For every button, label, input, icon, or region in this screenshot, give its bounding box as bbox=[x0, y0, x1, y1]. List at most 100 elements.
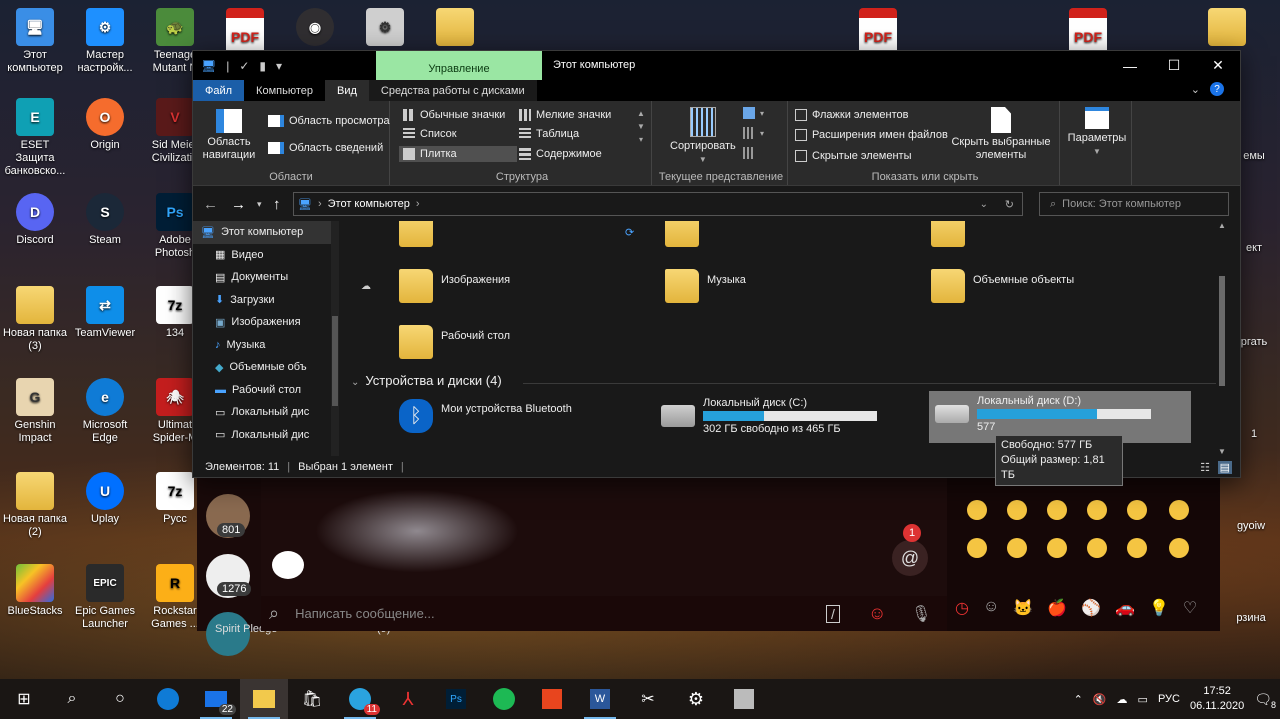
section-header-devices[interactable]: ⌄ Устройства и диски (4) bbox=[351, 373, 502, 388]
forward-arrow-icon[interactable]: → bbox=[231, 196, 246, 213]
emoji-button-icon[interactable]: ☺ bbox=[868, 603, 886, 624]
preview-pane-button[interactable]: Область просмотра bbox=[268, 115, 390, 127]
taskbar-explorer[interactable] bbox=[240, 679, 288, 719]
properties-icon[interactable]: ✓ bbox=[239, 59, 249, 73]
layout-list[interactable]: Список bbox=[403, 128, 457, 140]
search-button[interactable]: ⌕ bbox=[48, 679, 96, 719]
cat-icon[interactable]: 🐱 bbox=[1013, 598, 1033, 618]
layout-details[interactable]: Таблица bbox=[519, 128, 579, 140]
nav-pane-scrollbar[interactable] bbox=[331, 221, 339, 456]
message-input[interactable]: Написать сообщение... bbox=[295, 606, 435, 621]
folder-tile-video[interactable] bbox=[399, 221, 433, 247]
desktop-icon-obs[interactable]: ◉ bbox=[280, 8, 350, 49]
taskbar-word[interactable]: W bbox=[576, 679, 624, 719]
food-icon[interactable]: 🍎 bbox=[1047, 598, 1067, 618]
desktop-right-label-5[interactable]: gyoiw bbox=[1222, 520, 1280, 533]
folder-tile-3d-objects[interactable]: Объемные объекты bbox=[931, 269, 1074, 303]
folder-tile-music[interactable]: Музыка bbox=[665, 269, 746, 303]
taskbar-snipping[interactable]: ✂ bbox=[624, 679, 672, 719]
desktop-icon-steam[interactable]: S Steam bbox=[70, 193, 140, 247]
taskbar-spotify[interactable] bbox=[480, 679, 528, 719]
network-icon[interactable]: ▭ bbox=[1138, 693, 1148, 706]
nav-item-this-pc[interactable]: 🖥 Этот компьютер bbox=[193, 221, 339, 244]
nav-item-3d-objects[interactable]: ◆ Объемные объ bbox=[193, 356, 339, 379]
nav-item-drive-d[interactable]: ▭ Локальный дис bbox=[193, 424, 339, 447]
new-folder-icon[interactable]: ▮ bbox=[259, 59, 266, 73]
folder-tile-downloads[interactable] bbox=[931, 221, 965, 247]
task-view-button[interactable]: ○ bbox=[96, 679, 144, 719]
volume-muted-icon[interactable]: 🔇 bbox=[1093, 693, 1107, 706]
mention-button[interactable]: @ bbox=[892, 540, 928, 576]
tab-view[interactable]: Вид bbox=[324, 80, 369, 101]
taskbar-telegram[interactable]: 11 bbox=[336, 679, 384, 719]
language-indicator[interactable]: РУС bbox=[1158, 693, 1180, 705]
heart-icon[interactable]: ♡ bbox=[1183, 598, 1197, 618]
layout-content[interactable]: Содержимое bbox=[519, 148, 602, 160]
taskbar-settings[interactable]: ⚙ bbox=[672, 679, 720, 719]
command-icon[interactable]: / bbox=[826, 604, 840, 623]
desktop-icon-teamviewer[interactable]: ⇄ TeamViewer bbox=[70, 286, 140, 340]
search-box[interactable]: ⌕ Поиск: Этот компьютер bbox=[1039, 192, 1229, 216]
emoji-item[interactable] bbox=[967, 500, 987, 520]
recent-icon[interactable]: ◷ bbox=[955, 598, 969, 618]
manage-context-tab-header[interactable]: Управление bbox=[376, 51, 542, 80]
tab-file[interactable]: Файл bbox=[193, 80, 245, 101]
emoji-item[interactable] bbox=[1127, 500, 1147, 520]
group-by-button[interactable]: ▾ bbox=[743, 107, 764, 119]
minimize-button[interactable]: — bbox=[1108, 51, 1152, 80]
desktop-icon-eset[interactable]: E ESET Защита банковско... bbox=[0, 98, 70, 178]
desktop-icon-genshin[interactable]: G Genshin Impact bbox=[0, 378, 70, 445]
desktop-icon-installer[interactable]: ⚙ bbox=[350, 8, 420, 49]
tab-drive-tools[interactable]: Средства работы с дисками bbox=[368, 80, 537, 101]
checkbox[interactable] bbox=[795, 150, 807, 162]
desktop-icon-origin[interactable]: O Origin bbox=[70, 98, 140, 152]
nav-item-desktop[interactable]: ▬ Рабочий стол bbox=[193, 379, 339, 402]
scroll-thumb[interactable] bbox=[1219, 276, 1225, 386]
nav-item-music[interactable]: ♪ Музыка bbox=[193, 334, 339, 357]
maximize-button[interactable]: ☐ bbox=[1152, 51, 1196, 80]
start-button[interactable]: ⊞ bbox=[0, 679, 48, 719]
scroll-down-icon[interactable]: ▼ bbox=[1218, 447, 1226, 456]
desktop-icon-epic[interactable]: EPIC Epic Games Launcher bbox=[70, 564, 140, 631]
breadcrumb-location[interactable]: Этот компьютер bbox=[328, 198, 410, 210]
emoji-item[interactable] bbox=[1127, 538, 1147, 558]
recent-locations-icon[interactable]: ▾ bbox=[257, 199, 262, 210]
emoji-item[interactable] bbox=[1169, 500, 1189, 520]
tab-computer[interactable]: Компьютер bbox=[244, 80, 325, 101]
taskbar-edge[interactable] bbox=[144, 679, 192, 719]
bluetooth-devices-tile[interactable]: ᛒ Мои устройства Bluetooth bbox=[399, 399, 572, 433]
desktop-icon-master[interactable]: ⚙ Мастер настройк... bbox=[70, 8, 140, 75]
address-bar[interactable]: 🖥 › Этот компьютер › ⌄ ↻ bbox=[293, 192, 1023, 216]
close-button[interactable]: ✕ bbox=[1196, 51, 1240, 80]
attach-icon[interactable]: ⌕ bbox=[269, 603, 279, 624]
nav-pane-button[interactable]: Область навигации bbox=[199, 109, 259, 162]
smile-icon[interactable]: ☺ bbox=[983, 598, 999, 618]
microphone-icon[interactable]: 🎙 bbox=[911, 604, 931, 624]
desktop-right-label-6[interactable]: рзина bbox=[1222, 612, 1280, 625]
taskbar-acrobat[interactable]: ⅄ bbox=[384, 679, 432, 719]
details-view-icon[interactable]: ☷ bbox=[1200, 461, 1210, 474]
layout-large-icons[interactable]: Обычные значки bbox=[403, 109, 505, 121]
details-pane-button[interactable]: Область сведений bbox=[268, 142, 383, 154]
checkbox[interactable] bbox=[795, 129, 807, 141]
taskbar-store[interactable]: 🛍 bbox=[288, 679, 336, 719]
up-arrow-icon[interactable]: ↑ bbox=[273, 196, 281, 213]
scroll-up-icon[interactable]: ▲ bbox=[1218, 221, 1226, 230]
nav-item-documents[interactable]: ▤ Документы bbox=[193, 266, 339, 289]
drive-c-tile[interactable]: Локальный диск (C:) 302 ГБ свободно из 4… bbox=[661, 397, 877, 435]
desktop-icon-this-pc[interactable]: 🖥 Этот компьютер bbox=[0, 8, 70, 75]
checkbox[interactable] bbox=[795, 109, 807, 121]
pc-small-icon[interactable]: 🖥 bbox=[201, 59, 216, 73]
file-extensions-toggle[interactable]: Расширения имен файлов bbox=[795, 129, 948, 141]
sport-icon[interactable]: ⚾ bbox=[1081, 598, 1101, 618]
refresh-icon[interactable]: ↻ bbox=[1005, 198, 1014, 211]
nav-item-downloads[interactable]: ⬇ Загрузки bbox=[193, 289, 339, 312]
emoji-item[interactable] bbox=[1087, 538, 1107, 558]
layout-tiles[interactable]: Плитка bbox=[399, 146, 517, 162]
address-dropdown-icon[interactable]: ⌄ bbox=[980, 199, 988, 210]
emoji-item[interactable] bbox=[967, 538, 987, 558]
clock[interactable]: 17:52 06.11.2020 bbox=[1190, 684, 1244, 714]
emoji-item[interactable] bbox=[1007, 500, 1027, 520]
breadcrumb-separator-icon[interactable]: › bbox=[416, 198, 420, 210]
nav-item-video[interactable]: ▦ Видео bbox=[193, 244, 339, 267]
